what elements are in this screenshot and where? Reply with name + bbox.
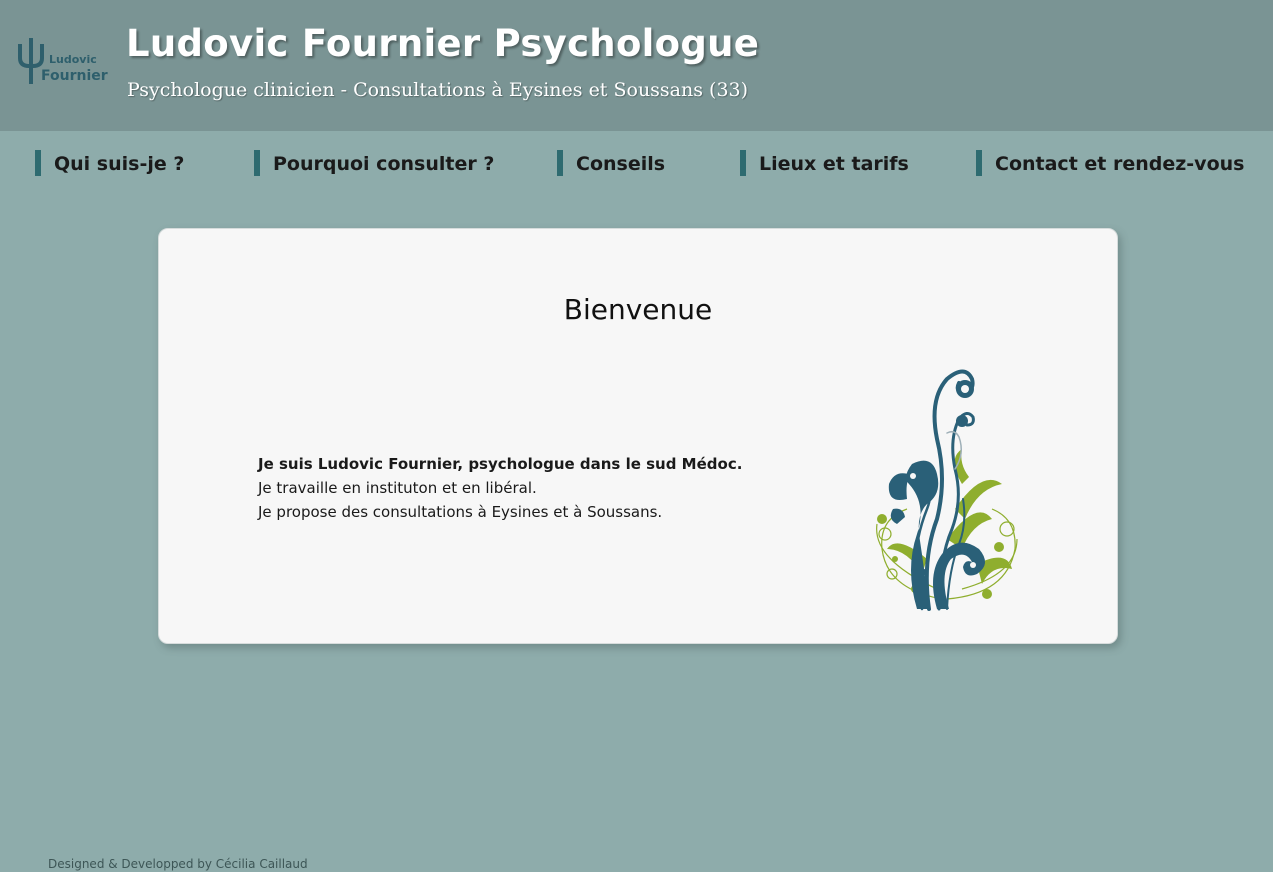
intro-line-1: Je suis Ludovic Fournier, psychologue da…: [258, 455, 743, 473]
site-title[interactable]: Ludovic Fournier Psychologue: [126, 22, 759, 65]
welcome-card: Bienvenue Je suis Ludovic Fournier, psyc…: [158, 228, 1118, 644]
intro-text: Je suis Ludovic Fournier, psychologue da…: [258, 452, 742, 524]
page-title: Bienvenue: [563, 293, 713, 326]
logo-line-2: Fournier: [41, 68, 108, 84]
nav-item-lieux-et-tarifs[interactable]: Lieux et tarifs: [740, 150, 909, 176]
psi-logo-icon[interactable]: Ludovic Fournier: [16, 36, 108, 88]
site-header: Ludovic Fournier Ludovic Fournier Psycho…: [0, 0, 1273, 131]
site-subtitle: Psychologue clinicien - Consultations à …: [127, 79, 749, 101]
intro-line-3: Je propose des consultations à Eysines e…: [258, 503, 663, 521]
footer-credit: Designed & Developped by Cécilia Caillau…: [48, 857, 308, 871]
nav-item-contact[interactable]: Contact et rendez-vous: [976, 150, 1244, 176]
main-nav: Qui suis-je ? Pourquoi consulter ? Conse…: [0, 150, 1273, 176]
nav-item-pourquoi-consulter[interactable]: Pourquoi consulter ?: [254, 150, 494, 176]
nav-item-qui-suis-je[interactable]: Qui suis-je ?: [35, 150, 184, 176]
logo-line-1: Ludovic: [49, 53, 97, 66]
floral-swirl-ornament: [876, 369, 1018, 611]
nav-item-conseils[interactable]: Conseils: [557, 150, 665, 176]
logo-text: Ludovic Fournier: [41, 52, 108, 84]
intro-line-2: Je travaille en instituton et en libéral…: [258, 479, 537, 497]
